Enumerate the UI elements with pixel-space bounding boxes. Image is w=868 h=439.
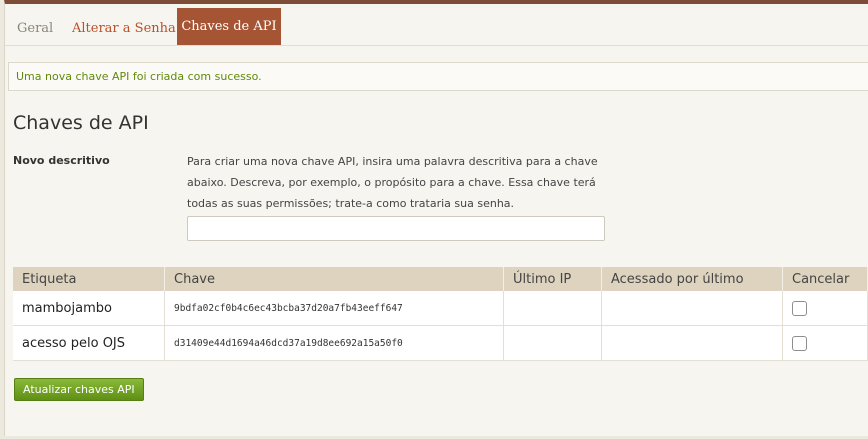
cancel-checkbox[interactable] (792, 335, 807, 351)
header-chave: Chave (164, 267, 504, 291)
row-label: acesso pelo OJS (13, 325, 165, 361)
row-cancel-cell (782, 291, 868, 326)
row-key: d31409e44d1694a46dcd37a19d8ee692a15a50f0 (164, 325, 504, 361)
api-keys-table: Etiqueta Chave Último IP Acessado por úl… (13, 267, 868, 361)
tab-alterar-senha[interactable]: Alterar a Senha (64, 12, 184, 45)
row-key: 9bdfa02cf0b4c6ec43bcba37d20a7fb43eeff647 (164, 291, 504, 326)
header-acessado: Acessado por último (601, 267, 783, 291)
update-api-keys-button[interactable]: Atualizar chaves API (14, 378, 144, 401)
tab-geral[interactable]: Geral (9, 12, 61, 45)
success-notice: Uma nova chave API foi criada com sucess… (8, 62, 868, 91)
new-descriptor-input[interactable] (187, 216, 605, 241)
header-ultimo-ip: Último IP (503, 267, 602, 291)
row-last-ip (503, 325, 602, 361)
table-header-row: Etiqueta Chave Último IP Acessado por úl… (13, 267, 868, 291)
row-cancel-cell (782, 325, 868, 361)
new-descriptor-label: Novo descritivo (13, 154, 110, 167)
row-last-ip (503, 291, 602, 326)
cancel-checkbox[interactable] (792, 300, 807, 316)
header-cancelar: Cancelar (782, 267, 868, 291)
tab-bar: Geral Alterar a Senha Chaves de API (5, 4, 868, 46)
section-title: Chaves de API (13, 112, 149, 134)
row-last-access (601, 291, 783, 326)
row-label: mambojambo (13, 291, 165, 326)
table-row: acesso pelo OJS d31409e44d1694a46dcd37a1… (13, 325, 868, 361)
row-last-access (601, 325, 783, 361)
table-row: mambojambo 9bdfa02cf0b4c6ec43bcba37d20a7… (13, 291, 868, 326)
header-etiqueta: Etiqueta (13, 267, 165, 291)
new-descriptor-help: Para criar uma nova chave API, insira um… (187, 155, 598, 210)
tab-chaves-api[interactable]: Chaves de API (177, 8, 281, 45)
